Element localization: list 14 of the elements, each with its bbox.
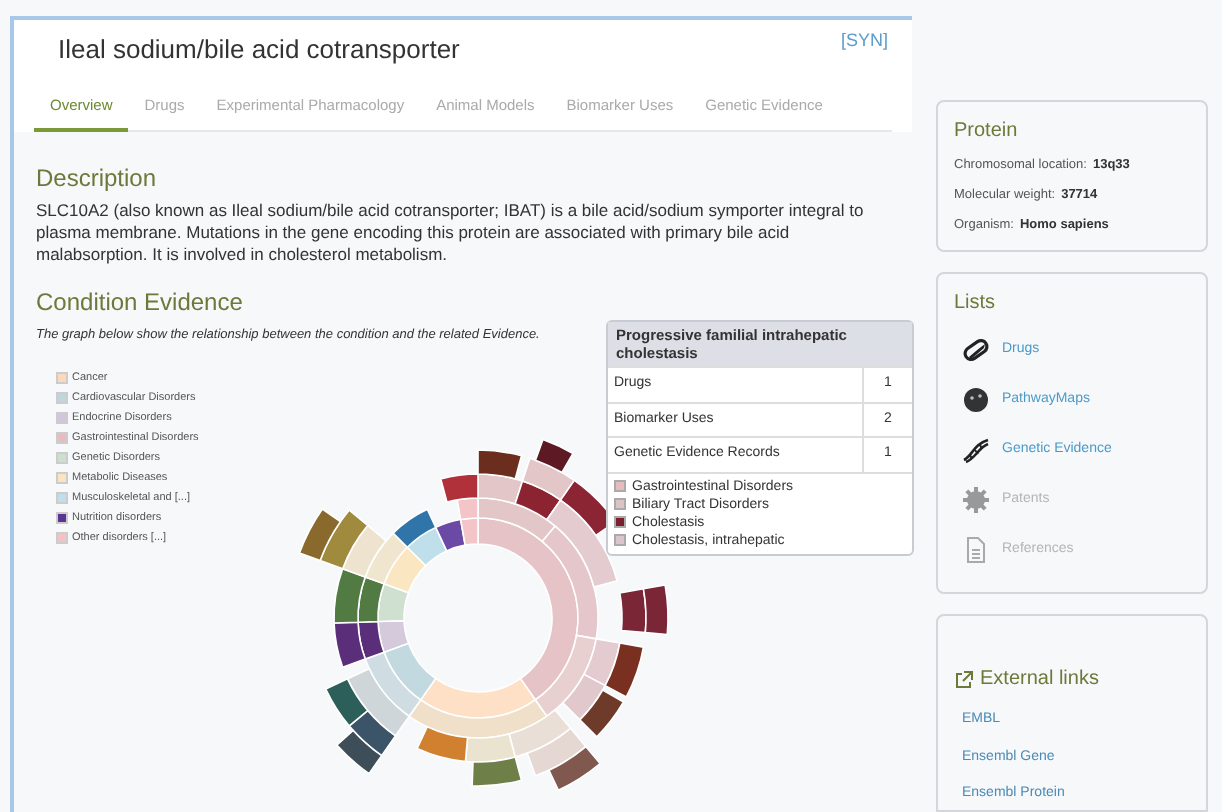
document-icon bbox=[962, 536, 990, 565]
description-text: SLC10A2 (also known as Ileal sodium/bile acid cotransporter; IBAT) is a bile acid/sodium symporter integral to plasma membrane. Mutations in the gene encoding this protein are associated with primary bile acid malabsorption. It is involved in cholesterol metabolism. bbox=[36, 199, 866, 266]
pill-icon bbox=[962, 336, 990, 365]
external-link-icon bbox=[954, 669, 974, 690]
card-heading: Lists bbox=[954, 290, 998, 319]
card-heading: External links bbox=[980, 666, 1099, 695]
synonyms-link[interactable]: [SYN] bbox=[840, 28, 888, 69]
page-title: Ileal sodium/bile acid cotransporter bbox=[58, 32, 460, 68]
section-heading: Condition Evidence bbox=[36, 285, 245, 320]
dna-icon bbox=[962, 436, 990, 465]
gear-icon bbox=[962, 486, 990, 515]
section-heading: Description bbox=[36, 161, 159, 196]
card-heading: Protein bbox=[954, 118, 1020, 146]
globe-icon bbox=[962, 386, 990, 415]
